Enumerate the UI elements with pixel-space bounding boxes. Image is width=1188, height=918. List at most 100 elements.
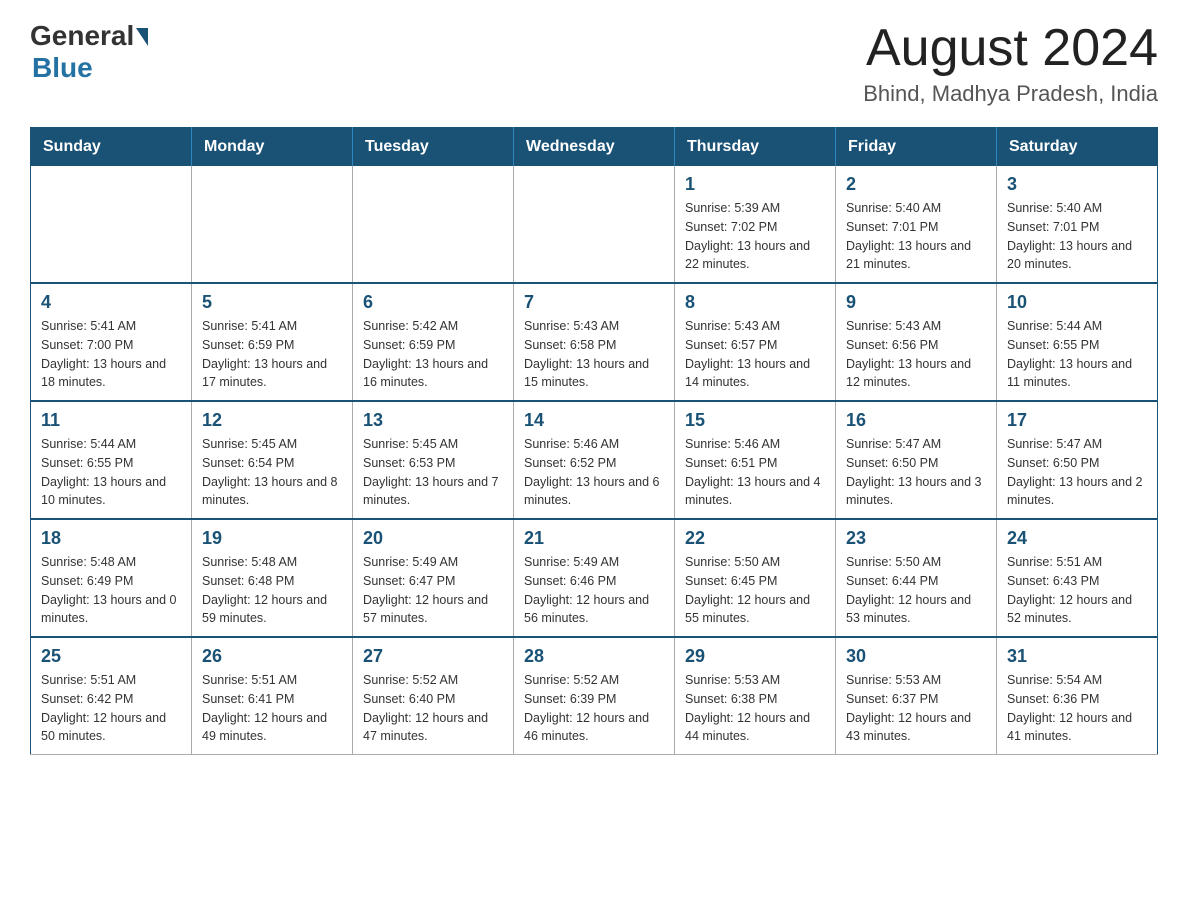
day-of-week-header: Wednesday bbox=[514, 128, 675, 167]
day-number: 10 bbox=[1007, 292, 1147, 313]
calendar-week-row: 11Sunrise: 5:44 AM Sunset: 6:55 PM Dayli… bbox=[31, 401, 1158, 519]
day-number: 24 bbox=[1007, 528, 1147, 549]
calendar-subtitle: Bhind, Madhya Pradesh, India bbox=[863, 81, 1158, 107]
day-number: 3 bbox=[1007, 174, 1147, 195]
day-info: Sunrise: 5:52 AM Sunset: 6:40 PM Dayligh… bbox=[363, 671, 503, 746]
day-number: 31 bbox=[1007, 646, 1147, 667]
day-number: 12 bbox=[202, 410, 342, 431]
day-number: 30 bbox=[846, 646, 986, 667]
day-info: Sunrise: 5:54 AM Sunset: 6:36 PM Dayligh… bbox=[1007, 671, 1147, 746]
calendar-day-cell: 2 Sunrise: 5:40 AM Sunset: 7:01 PM Daylig… bbox=[836, 166, 997, 283]
calendar-day-cell: 7Sunrise: 5:43 AM Sunset: 6:58 PM Daylig… bbox=[514, 283, 675, 401]
calendar-day-cell: 29 Sunrise: 5:53 AM Sunset: 6:38 PM Dayli… bbox=[675, 637, 836, 755]
day-info: Sunrise: 5:40 AM Sunset: 7:01 PM Dayligh… bbox=[846, 199, 986, 274]
calendar-day-cell: 28Sunrise: 5:52 AM Sunset: 6:39 PM Dayli… bbox=[514, 637, 675, 755]
calendar-table: SundayMondayTuesdayWednesdayThursdayFrid… bbox=[30, 127, 1158, 755]
calendar-day-cell bbox=[353, 166, 514, 283]
day-info: Sunrise: 5:46 AM Sunset: 6:51 PM Dayligh… bbox=[685, 435, 825, 510]
day-number: 4 bbox=[41, 292, 181, 313]
day-info: Sunrise: 5:44 AM Sunset: 6:55 PM Dayligh… bbox=[1007, 317, 1147, 392]
calendar-day-cell: 12 Sunrise: 5:45 AM Sunset: 6:54 PM Dayli… bbox=[192, 401, 353, 519]
calendar-day-cell: 19 Sunrise: 5:48 AM Sunset: 6:48 PM Dayli… bbox=[192, 519, 353, 637]
day-number: 9 bbox=[846, 292, 986, 313]
page-header: General Blue August 2024 Bhind, Madhya P… bbox=[30, 20, 1158, 107]
day-info: Sunrise: 5:48 AM Sunset: 6:48 PM Dayligh… bbox=[202, 553, 342, 628]
calendar-day-cell bbox=[192, 166, 353, 283]
calendar-day-cell: 1Sunrise: 5:39 AM Sunset: 7:02 PM Daylig… bbox=[675, 166, 836, 283]
day-info: Sunrise: 5:45 AM Sunset: 6:53 PM Dayligh… bbox=[363, 435, 503, 510]
day-number: 19 bbox=[202, 528, 342, 549]
calendar-day-cell: 16Sunrise: 5:47 AM Sunset: 6:50 PM Dayli… bbox=[836, 401, 997, 519]
calendar-day-cell: 23Sunrise: 5:50 AM Sunset: 6:44 PM Dayli… bbox=[836, 519, 997, 637]
day-info: Sunrise: 5:43 AM Sunset: 6:58 PM Dayligh… bbox=[524, 317, 664, 392]
day-number: 16 bbox=[846, 410, 986, 431]
logo-general-text: General bbox=[30, 20, 148, 52]
calendar-day-cell: 24 Sunrise: 5:51 AM Sunset: 6:43 PM Dayli… bbox=[997, 519, 1158, 637]
day-number: 20 bbox=[363, 528, 503, 549]
calendar-day-cell: 27 Sunrise: 5:52 AM Sunset: 6:40 PM Dayli… bbox=[353, 637, 514, 755]
calendar-day-cell: 3 Sunrise: 5:40 AM Sunset: 7:01 PM Daylig… bbox=[997, 166, 1158, 283]
day-number: 22 bbox=[685, 528, 825, 549]
calendar-week-row: 1Sunrise: 5:39 AM Sunset: 7:02 PM Daylig… bbox=[31, 166, 1158, 283]
day-info: Sunrise: 5:43 AM Sunset: 6:56 PM Dayligh… bbox=[846, 317, 986, 392]
day-number: 17 bbox=[1007, 410, 1147, 431]
calendar-day-cell: 8 Sunrise: 5:43 AM Sunset: 6:57 PM Daylig… bbox=[675, 283, 836, 401]
day-of-week-header: Friday bbox=[836, 128, 997, 167]
calendar-day-cell: 31 Sunrise: 5:54 AM Sunset: 6:36 PM Dayli… bbox=[997, 637, 1158, 755]
day-info: Sunrise: 5:45 AM Sunset: 6:54 PM Dayligh… bbox=[202, 435, 342, 510]
calendar-week-row: 25 Sunrise: 5:51 AM Sunset: 6:42 PM Dayli… bbox=[31, 637, 1158, 755]
day-number: 23 bbox=[846, 528, 986, 549]
logo: General Blue bbox=[30, 20, 148, 84]
calendar-day-cell: 13Sunrise: 5:45 AM Sunset: 6:53 PM Dayli… bbox=[353, 401, 514, 519]
calendar-day-cell: 15 Sunrise: 5:46 AM Sunset: 6:51 PM Dayli… bbox=[675, 401, 836, 519]
calendar-day-cell: 10 Sunrise: 5:44 AM Sunset: 6:55 PM Dayli… bbox=[997, 283, 1158, 401]
day-number: 8 bbox=[685, 292, 825, 313]
day-number: 27 bbox=[363, 646, 503, 667]
logo-blue-label: Blue bbox=[32, 52, 93, 84]
day-number: 25 bbox=[41, 646, 181, 667]
logo-general-label: General bbox=[30, 20, 134, 52]
calendar-day-cell: 11Sunrise: 5:44 AM Sunset: 6:55 PM Dayli… bbox=[31, 401, 192, 519]
calendar-day-cell: 9 Sunrise: 5:43 AM Sunset: 6:56 PM Daylig… bbox=[836, 283, 997, 401]
day-number: 14 bbox=[524, 410, 664, 431]
day-info: Sunrise: 5:53 AM Sunset: 6:37 PM Dayligh… bbox=[846, 671, 986, 746]
calendar-day-cell: 25 Sunrise: 5:51 AM Sunset: 6:42 PM Dayli… bbox=[31, 637, 192, 755]
calendar-header-row: SundayMondayTuesdayWednesdayThursdayFrid… bbox=[31, 128, 1158, 167]
day-info: Sunrise: 5:53 AM Sunset: 6:38 PM Dayligh… bbox=[685, 671, 825, 746]
day-info: Sunrise: 5:51 AM Sunset: 6:41 PM Dayligh… bbox=[202, 671, 342, 746]
day-number: 15 bbox=[685, 410, 825, 431]
day-info: Sunrise: 5:39 AM Sunset: 7:02 PM Dayligh… bbox=[685, 199, 825, 274]
title-section: August 2024 Bhind, Madhya Pradesh, India bbox=[863, 20, 1158, 107]
day-info: Sunrise: 5:50 AM Sunset: 6:45 PM Dayligh… bbox=[685, 553, 825, 628]
day-of-week-header: Monday bbox=[192, 128, 353, 167]
calendar-title: August 2024 bbox=[863, 20, 1158, 77]
day-number: 6 bbox=[363, 292, 503, 313]
day-info: Sunrise: 5:47 AM Sunset: 6:50 PM Dayligh… bbox=[1007, 435, 1147, 510]
calendar-day-cell: 14 Sunrise: 5:46 AM Sunset: 6:52 PM Dayli… bbox=[514, 401, 675, 519]
day-number: 5 bbox=[202, 292, 342, 313]
day-info: Sunrise: 5:40 AM Sunset: 7:01 PM Dayligh… bbox=[1007, 199, 1147, 274]
day-info: Sunrise: 5:43 AM Sunset: 6:57 PM Dayligh… bbox=[685, 317, 825, 392]
day-of-week-header: Saturday bbox=[997, 128, 1158, 167]
calendar-week-row: 4Sunrise: 5:41 AM Sunset: 7:00 PM Daylig… bbox=[31, 283, 1158, 401]
calendar-day-cell bbox=[514, 166, 675, 283]
calendar-day-cell: 26Sunrise: 5:51 AM Sunset: 6:41 PM Dayli… bbox=[192, 637, 353, 755]
calendar-day-cell: 6Sunrise: 5:42 AM Sunset: 6:59 PM Daylig… bbox=[353, 283, 514, 401]
day-number: 29 bbox=[685, 646, 825, 667]
day-number: 18 bbox=[41, 528, 181, 549]
day-of-week-header: Thursday bbox=[675, 128, 836, 167]
calendar-day-cell: 20Sunrise: 5:49 AM Sunset: 6:47 PM Dayli… bbox=[353, 519, 514, 637]
calendar-day-cell: 5Sunrise: 5:41 AM Sunset: 6:59 PM Daylig… bbox=[192, 283, 353, 401]
day-info: Sunrise: 5:51 AM Sunset: 6:43 PM Dayligh… bbox=[1007, 553, 1147, 628]
calendar-day-cell: 30 Sunrise: 5:53 AM Sunset: 6:37 PM Dayli… bbox=[836, 637, 997, 755]
calendar-day-cell: 22 Sunrise: 5:50 AM Sunset: 6:45 PM Dayli… bbox=[675, 519, 836, 637]
day-info: Sunrise: 5:48 AM Sunset: 6:49 PM Dayligh… bbox=[41, 553, 181, 628]
day-info: Sunrise: 5:51 AM Sunset: 6:42 PM Dayligh… bbox=[41, 671, 181, 746]
day-info: Sunrise: 5:46 AM Sunset: 6:52 PM Dayligh… bbox=[524, 435, 664, 510]
day-of-week-header: Sunday bbox=[31, 128, 192, 167]
day-number: 2 bbox=[846, 174, 986, 195]
calendar-day-cell: 17 Sunrise: 5:47 AM Sunset: 6:50 PM Dayli… bbox=[997, 401, 1158, 519]
day-info: Sunrise: 5:44 AM Sunset: 6:55 PM Dayligh… bbox=[41, 435, 181, 510]
calendar-day-cell: 4Sunrise: 5:41 AM Sunset: 7:00 PM Daylig… bbox=[31, 283, 192, 401]
day-number: 21 bbox=[524, 528, 664, 549]
